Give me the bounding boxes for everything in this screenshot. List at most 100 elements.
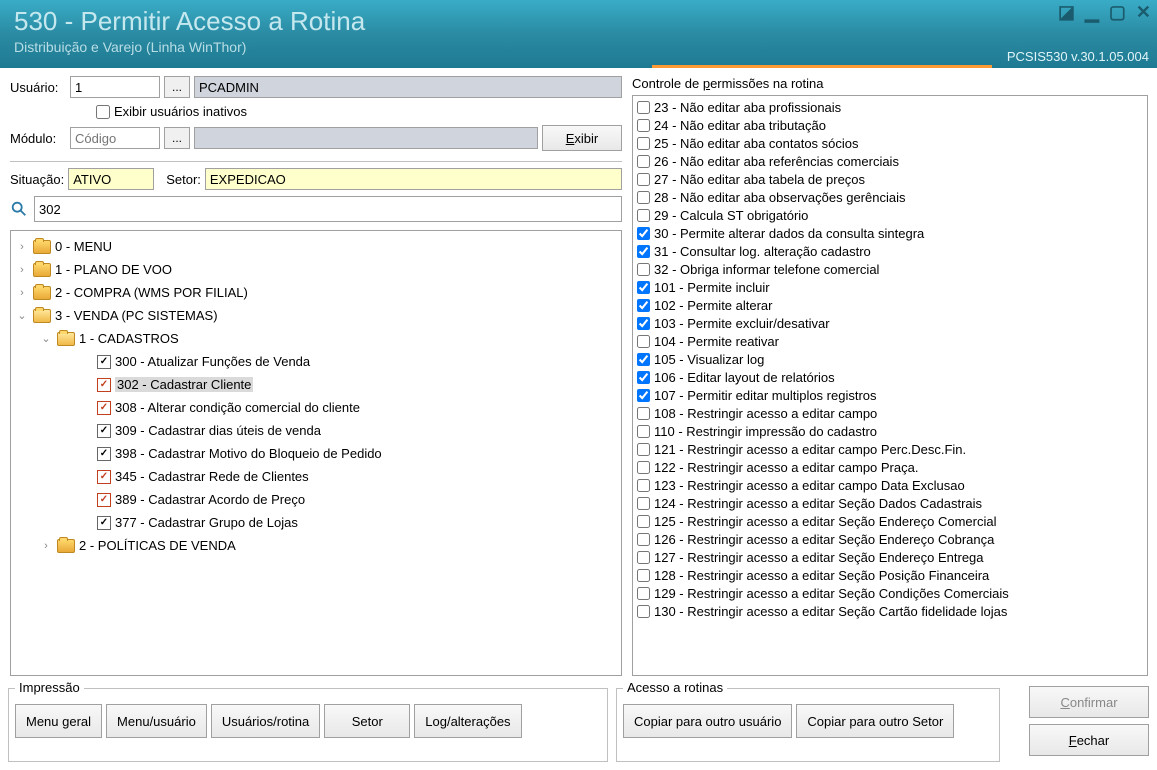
permissions-list[interactable]: 23 - Não editar aba profissionais24 - Nã… [632,95,1148,676]
tree-folder[interactable]: ›0 - MENU [13,235,619,258]
permission-checkbox[interactable] [637,353,650,366]
tree-folder[interactable]: ›2 - POLÍTICAS DE VENDA [13,534,619,557]
permission-item[interactable]: 25 - Não editar aba contatos sócios [637,134,1143,152]
permission-checkbox[interactable] [637,479,650,492]
permission-checkbox[interactable] [637,281,650,294]
tree-item[interactable]: 308 - Alterar condição comercial do clie… [13,396,619,419]
permission-checkbox[interactable] [637,569,650,582]
close-icon[interactable]: ✕ [1136,2,1151,23]
tree-folder[interactable]: ⌄3 - VENDA (PC SISTEMAS) [13,304,619,327]
permission-item[interactable]: 29 - Calcula ST obrigatório [637,206,1143,224]
permission-item[interactable]: 125 - Restringir acesso a editar Seção E… [637,512,1143,530]
permission-item[interactable]: 23 - Não editar aba profissionais [637,98,1143,116]
modulo-lookup-button[interactable]: ... [164,127,190,149]
minimize-icon[interactable]: ▁ [1085,2,1099,23]
tree-checkbox[interactable] [97,355,111,369]
tree-folder[interactable]: ⌄1 - CADASTROS [13,327,619,350]
permission-item[interactable]: 121 - Restringir acesso a editar campo P… [637,440,1143,458]
search-input[interactable] [34,196,622,222]
tree-checkbox[interactable] [97,470,111,484]
chevron-icon[interactable]: ⌄ [15,309,29,322]
permission-item[interactable]: 101 - Permite incluir [637,278,1143,296]
permission-checkbox[interactable] [637,551,650,564]
fechar-button[interactable]: Fechar [1029,724,1149,756]
tree-checkbox[interactable] [97,447,111,461]
tree-item[interactable]: 309 - Cadastrar dias úteis de venda [13,419,619,442]
permission-item[interactable]: 108 - Restringir acesso a editar campo [637,404,1143,422]
usuario-lookup-button[interactable]: ... [164,76,190,98]
permission-checkbox[interactable] [637,101,650,114]
permission-checkbox[interactable] [637,443,650,456]
permission-item[interactable]: 129 - Restringir acesso a editar Seção C… [637,584,1143,602]
permission-item[interactable]: 128 - Restringir acesso a editar Seção P… [637,566,1143,584]
permission-item[interactable]: 26 - Não editar aba referências comercia… [637,152,1143,170]
permission-checkbox[interactable] [637,227,650,240]
permission-item[interactable]: 110 - Restringir impressão do cadastro [637,422,1143,440]
permission-item[interactable]: 106 - Editar layout de relatórios [637,368,1143,386]
permission-item[interactable]: 24 - Não editar aba tributação [637,116,1143,134]
copiar-setor-button[interactable]: Copiar para outro Setor [796,704,954,738]
permission-checkbox[interactable] [637,407,650,420]
popout-icon[interactable]: ◪ [1058,2,1075,23]
permission-item[interactable]: 107 - Permitir editar multiplos registro… [637,386,1143,404]
menu-geral-button[interactable]: Menu geral [15,704,102,738]
permission-item[interactable]: 127 - Restringir acesso a editar Seção E… [637,548,1143,566]
permission-item[interactable]: 126 - Restringir acesso a editar Seção E… [637,530,1143,548]
permission-checkbox[interactable] [637,389,650,402]
permission-item[interactable]: 31 - Consultar log. alteração cadastro [637,242,1143,260]
permission-item[interactable]: 102 - Permite alterar [637,296,1143,314]
permission-checkbox[interactable] [637,533,650,546]
permission-item[interactable]: 104 - Permite reativar [637,332,1143,350]
permission-checkbox[interactable] [637,587,650,600]
permission-item[interactable]: 27 - Não editar aba tabela de preços [637,170,1143,188]
permission-item[interactable]: 105 - Visualizar log [637,350,1143,368]
permission-checkbox[interactable] [637,317,650,330]
permission-checkbox[interactable] [637,263,650,276]
permission-item[interactable]: 28 - Não editar aba observações gerência… [637,188,1143,206]
permission-checkbox[interactable] [637,209,650,222]
tree-checkbox[interactable] [97,424,111,438]
usuarios-rotina-button[interactable]: Usuários/rotina [211,704,320,738]
permission-checkbox[interactable] [637,515,650,528]
tree-item[interactable]: 398 - Cadastrar Motivo do Bloqueio de Pe… [13,442,619,465]
permission-item[interactable]: 32 - Obriga informar telefone comercial [637,260,1143,278]
permission-checkbox[interactable] [637,497,650,510]
tree-folder[interactable]: ›2 - COMPRA (WMS POR FILIAL) [13,281,619,304]
tree-item[interactable]: 377 - Cadastrar Grupo de Lojas [13,511,619,534]
permission-checkbox[interactable] [637,137,650,150]
menu-usuario-button[interactable]: Menu/usuário [106,704,207,738]
exibir-inativos-input[interactable] [96,105,110,119]
permission-checkbox[interactable] [637,119,650,132]
permission-checkbox[interactable] [637,371,650,384]
confirmar-button[interactable]: Confirmar [1029,686,1149,718]
setor-button[interactable]: Setor [324,704,410,738]
permission-checkbox[interactable] [637,245,650,258]
log-alteracoes-button[interactable]: Log/alterações [414,704,521,738]
tree-item[interactable]: 345 - Cadastrar Rede de Clientes [13,465,619,488]
chevron-icon[interactable]: › [15,241,29,253]
tree-item[interactable]: 302 - Cadastrar Cliente [13,373,619,396]
usuario-input[interactable] [70,76,160,98]
chevron-icon[interactable]: › [15,287,29,299]
tree-item[interactable]: 300 - Atualizar Funções de Venda [13,350,619,373]
maximize-icon[interactable]: ▢ [1109,2,1126,23]
permission-checkbox[interactable] [637,425,650,438]
tree-checkbox[interactable] [97,516,111,530]
permission-checkbox[interactable] [637,173,650,186]
chevron-icon[interactable]: ⌄ [39,332,53,345]
permission-checkbox[interactable] [637,605,650,618]
tree-checkbox[interactable] [97,401,111,415]
permission-checkbox[interactable] [637,191,650,204]
permission-item[interactable]: 103 - Permite excluir/desativar [637,314,1143,332]
exibir-inativos-checkbox[interactable]: Exibir usuários inativos [96,104,247,119]
permission-checkbox[interactable] [637,461,650,474]
tree-checkbox[interactable] [97,378,111,392]
tree-item[interactable]: 389 - Cadastrar Acordo de Preço [13,488,619,511]
permission-checkbox[interactable] [637,299,650,312]
permission-item[interactable]: 124 - Restringir acesso a editar Seção D… [637,494,1143,512]
tree-folder[interactable]: ›1 - PLANO DE VOO [13,258,619,281]
routine-tree[interactable]: ›0 - MENU›1 - PLANO DE VOO›2 - COMPRA (W… [10,230,622,676]
permission-checkbox[interactable] [637,335,650,348]
permission-checkbox[interactable] [637,155,650,168]
permission-item[interactable]: 30 - Permite alterar dados da consulta s… [637,224,1143,242]
